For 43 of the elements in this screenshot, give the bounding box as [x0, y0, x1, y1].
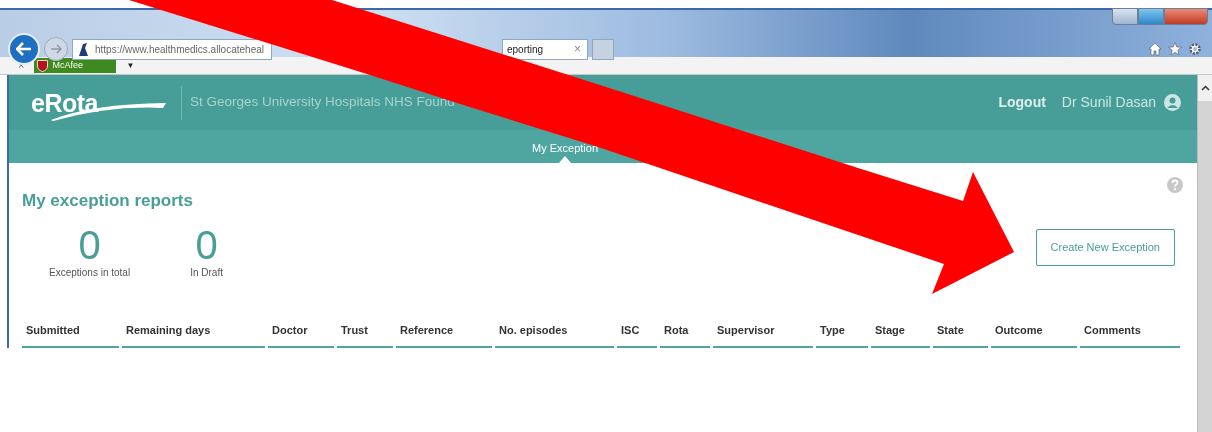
column-header[interactable]: Supervisor — [713, 322, 813, 348]
column-header[interactable]: Trust — [337, 322, 393, 348]
home-icon[interactable] — [1148, 42, 1162, 56]
mcafee-button[interactable]: McAfee — [34, 58, 117, 73]
help-icon[interactable] — [1167, 177, 1183, 193]
column-header[interactable]: Submitted — [22, 322, 119, 348]
back-button[interactable] — [8, 33, 40, 65]
column-header[interactable]: Rota — [660, 322, 710, 348]
close-button[interactable] — [1164, 8, 1208, 25]
column-header[interactable]: No. episodes — [495, 322, 614, 348]
user-name: Dr Sunil Dasan — [1061, 93, 1156, 112]
scroll-up-button[interactable] — [1198, 75, 1212, 101]
column-header[interactable]: Doctor — [268, 322, 334, 348]
browser-tab[interactable]: eporting × — [502, 38, 588, 60]
column-header[interactable]: Reference — [396, 322, 492, 348]
minimize-button[interactable] — [1112, 8, 1138, 25]
stat-value: 0 — [195, 225, 218, 266]
forward-button[interactable] — [44, 37, 68, 61]
user-avatar-icon[interactable] — [1164, 94, 1181, 111]
column-header[interactable]: Outcome — [991, 322, 1077, 348]
restore-button[interactable] — [1138, 8, 1164, 25]
column-header[interactable]: Stage — [871, 322, 930, 348]
star-icon[interactable] — [1168, 42, 1182, 56]
column-header[interactable]: Comments — [1080, 322, 1180, 348]
dropdown-arrow[interactable]: ▼ — [126, 59, 135, 72]
new-tab-button[interactable] — [592, 38, 614, 60]
tab-close-icon[interactable]: × — [574, 40, 581, 58]
address-text: https://www.healthmedics.allocateheal — [95, 42, 264, 57]
address-bar[interactable]: https://www.healthmedics.allocateheal — [72, 38, 272, 60]
caret-icon — [1200, 85, 1210, 91]
site-icon — [77, 42, 89, 56]
stat-label: In Draft — [190, 266, 223, 281]
page-title: My exception reports — [22, 191, 194, 212]
stat-label: Exceptions in total — [49, 266, 131, 281]
column-header[interactable]: Remaining days — [122, 322, 265, 348]
stat-value: 0 — [78, 225, 101, 266]
column-header[interactable]: State — [933, 322, 988, 348]
column-header[interactable]: Type — [816, 322, 868, 348]
arrow-icon — [50, 44, 62, 54]
settings-icon[interactable] — [1188, 42, 1202, 56]
arrow-icon — [16, 42, 32, 56]
column-header[interactable]: ISC — [617, 322, 657, 348]
selection-caret — [559, 156, 571, 163]
